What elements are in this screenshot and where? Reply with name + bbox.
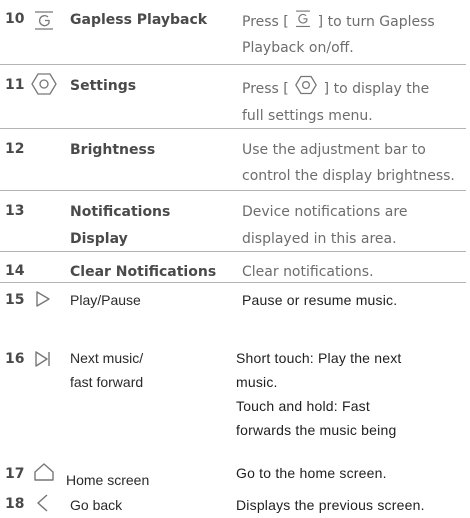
- feature-name: Gapless Playback: [70, 12, 208, 28]
- row-number: 15: [5, 292, 25, 308]
- back-icon: [32, 492, 58, 518]
- divider: [0, 64, 466, 65]
- description-text: full settings menu.: [242, 108, 373, 124]
- divider: [0, 282, 466, 283]
- description-text: ] to display the: [323, 81, 430, 97]
- description-text: Playback on/off.: [242, 40, 354, 56]
- row-number: 13: [5, 203, 25, 219]
- row-number: 10: [5, 11, 25, 27]
- description-text: Press [: [242, 14, 289, 30]
- description-text: displayed in this area.: [242, 231, 397, 247]
- divider: [0, 128, 466, 129]
- feature-name-line: Display: [70, 231, 128, 247]
- play-pause-icon: [32, 289, 58, 315]
- feature-description: Device notifications are displayed in th…: [242, 200, 407, 251]
- description-text: Go to the home screen.: [236, 465, 387, 481]
- description-text: Touch and hold: Fast: [236, 398, 370, 414]
- feature-name-line: Next music/: [70, 350, 144, 366]
- row-number: 12: [5, 141, 25, 157]
- gapless-playback-icon: [293, 8, 313, 36]
- feature-name: Go back: [70, 497, 123, 513]
- description-text: music.: [236, 374, 278, 390]
- feature-name-line: fast forward: [70, 374, 144, 390]
- feature-name: Brightness: [70, 142, 156, 158]
- feature-name: Settings: [70, 78, 137, 94]
- feature-description: Press [ ] to display the full settings m…: [242, 74, 429, 128]
- divider: [0, 251, 466, 252]
- description-text: Device notifications are: [242, 204, 408, 220]
- description-text: ] to turn Gapless: [317, 14, 435, 30]
- feature-name: Clear Notifications: [70, 264, 217, 280]
- next-icon: [32, 348, 58, 374]
- feature-description: Use the adjustment bar to control the di…: [242, 138, 455, 188]
- divider: [0, 190, 466, 191]
- description-text: Displays the previous screen.: [236, 497, 425, 513]
- feature-description: Short touch: Play the next music. Touch …: [236, 346, 402, 442]
- row-number: 11: [5, 77, 25, 93]
- settings-icon: [30, 71, 57, 97]
- description-text: forwards the music being: [236, 422, 397, 438]
- description-text: Use the adjustment bar to: [242, 142, 426, 158]
- row-number: 14: [5, 263, 25, 279]
- description-text: Pause or resume music.: [242, 292, 398, 308]
- row-number: 17: [5, 466, 25, 482]
- settings-icon: [293, 74, 319, 104]
- description-text: Clear notifications.: [242, 264, 374, 280]
- feature-description: Press [ ] to turn Gapless Playback on/of…: [242, 8, 435, 60]
- feature-name: Notifications Display: [70, 200, 170, 251]
- gapless-playback-icon: [31, 6, 57, 32]
- feature-name: Next music/ fast forward: [70, 346, 143, 394]
- description-text: Short touch: Play the next: [236, 350, 402, 366]
- home-icon: [32, 461, 58, 487]
- feature-name: Home screen: [66, 472, 150, 488]
- row-number: 18: [5, 496, 25, 512]
- feature-name-line: Notifications: [70, 204, 171, 220]
- feature-description: Clear notifications.: [242, 260, 374, 284]
- feature-description: Displays the previous screen.: [236, 493, 425, 517]
- feature-description: Pause or resume music.: [242, 288, 397, 312]
- description-text: Press [: [242, 81, 289, 97]
- row-number: 16: [5, 351, 25, 367]
- description-text: control the display brightness.: [242, 168, 455, 184]
- feature-name: Play/Pause: [70, 292, 141, 308]
- feature-description: Go to the home screen.: [236, 461, 387, 485]
